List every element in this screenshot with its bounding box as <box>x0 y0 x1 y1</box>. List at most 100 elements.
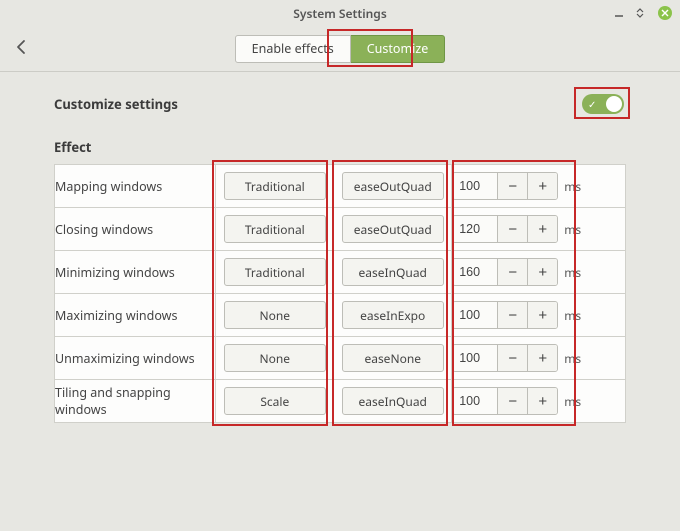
effects-table: Mapping windowsTraditionaleaseOutQuad−+m… <box>54 164 626 423</box>
duration-cell: −+ ms <box>452 380 626 423</box>
increment-button[interactable]: + <box>527 173 557 199</box>
easing-cell: easeInExpo <box>334 294 452 337</box>
style-cell: None <box>216 337 334 380</box>
window-title: System Settings <box>293 5 386 22</box>
table-row: Unmaximizing windows None easeNone −+ ms <box>55 337 626 380</box>
table-row: Mapping windows Traditional easeOutQuad −+ m… <box>55 165 626 208</box>
toggle-knob <box>606 96 622 112</box>
decrement-button[interactable]: − <box>497 345 527 371</box>
increment-button[interactable]: + <box>527 259 557 285</box>
table-row: Maximizing windows None easeInExpo −+ ms <box>55 294 626 337</box>
tab-label: Customize <box>367 40 429 57</box>
toolbar: Enable effects Customize <box>0 26 680 72</box>
unit-label: ms <box>564 307 581 324</box>
easing-dropdown[interactable]: easeInQuad <box>342 387 444 415</box>
style-cell: None <box>216 294 334 337</box>
unit-label: ms <box>564 178 581 195</box>
duration-spinner: −+ <box>452 387 558 415</box>
window-controls <box>614 0 672 26</box>
unit-label: ms <box>564 264 581 281</box>
duration-input[interactable] <box>453 173 497 199</box>
minimize-icon[interactable] <box>614 8 624 18</box>
easing-dropdown[interactable]: easeInQuad <box>342 258 444 286</box>
easing-cell: easeNone <box>334 337 452 380</box>
effect-name: Closing windows <box>55 208 216 251</box>
duration-wrap: −+ ms <box>452 172 625 200</box>
style-dropdown[interactable]: Traditional <box>224 258 326 286</box>
table-row: Minimizing windowsTraditionaleaseInQuad−… <box>55 251 626 294</box>
decrement-button[interactable]: − <box>497 388 527 414</box>
tab-label: Enable effects <box>252 40 334 57</box>
duration-wrap: −+ ms <box>452 258 625 286</box>
duration-cell: −+ ms <box>452 208 626 251</box>
duration-wrap: −+ ms <box>452 387 625 415</box>
style-dropdown[interactable]: None <box>224 301 326 329</box>
duration-input[interactable] <box>453 216 497 242</box>
unit-label: ms <box>564 393 581 410</box>
duration-wrap: −+ ms <box>452 301 625 329</box>
decrement-button[interactable]: − <box>497 216 527 242</box>
duration-cell: −+ ms <box>452 165 626 208</box>
table-row: Tiling and snapping windows Scale easeInQu… <box>55 380 626 423</box>
duration-spinner: −+ <box>452 215 558 243</box>
increment-button[interactable]: + <box>527 388 557 414</box>
effects-region: Mapping windowsTraditionaleaseOutQuad−+m… <box>54 164 626 423</box>
tab-enable-effects[interactable]: Enable effects <box>235 35 351 63</box>
toggle-wrap: ✓ <box>580 92 626 116</box>
content: Customize settings ✓ Effect Mapping wind… <box>0 72 680 423</box>
style-dropdown[interactable]: Traditional <box>224 215 326 243</box>
decrement-button[interactable]: − <box>497 259 527 285</box>
duration-spinner: −+ <box>452 258 558 286</box>
duration-spinner: −+ <box>452 172 558 200</box>
easing-dropdown[interactable]: easeInExpo <box>342 301 444 329</box>
duration-cell: −+ ms <box>452 337 626 380</box>
effect-name: Tiling and snapping windows <box>55 380 216 423</box>
duration-input[interactable] <box>453 345 497 371</box>
duration-cell: −+ ms <box>452 294 626 337</box>
duration-input[interactable] <box>453 388 497 414</box>
customize-heading: Customize settings <box>54 95 178 113</box>
style-dropdown[interactable]: Scale <box>224 387 326 415</box>
increment-button[interactable]: + <box>527 345 557 371</box>
customize-toggle[interactable]: ✓ <box>582 94 624 114</box>
effect-name: Mapping windows <box>55 165 216 208</box>
easing-cell: easeOutQuad <box>334 208 452 251</box>
customize-row: Customize settings ✓ <box>54 92 626 116</box>
duration-cell: −+ ms <box>452 251 626 294</box>
easing-dropdown[interactable]: easeOutQuad <box>342 215 444 243</box>
easing-cell: easeInQuad <box>334 380 452 423</box>
check-icon: ✓ <box>588 97 596 111</box>
style-cell: Traditional <box>216 251 334 294</box>
style-dropdown[interactable]: None <box>224 344 326 372</box>
effect-name: Maximizing windows <box>55 294 216 337</box>
increment-button[interactable]: + <box>527 216 557 242</box>
decrement-button[interactable]: − <box>497 302 527 328</box>
effect-name: Minimizing windows <box>55 251 216 294</box>
easing-cell: easeOutQuad <box>334 165 452 208</box>
section-effect-label: Effect <box>54 138 626 156</box>
decrement-button[interactable]: − <box>497 173 527 199</box>
unit-label: ms <box>564 350 581 367</box>
close-icon[interactable] <box>658 6 672 20</box>
maximize-icon[interactable] <box>636 8 646 18</box>
duration-wrap: −+ ms <box>452 215 625 243</box>
duration-input[interactable] <box>453 259 497 285</box>
duration-spinner: −+ <box>452 301 558 329</box>
duration-spinner: −+ <box>452 344 558 372</box>
style-dropdown[interactable]: Traditional <box>224 172 326 200</box>
duration-input[interactable] <box>453 302 497 328</box>
titlebar: System Settings <box>0 0 680 26</box>
duration-wrap: −+ ms <box>452 344 625 372</box>
easing-dropdown[interactable]: easeNone <box>342 344 444 372</box>
tab-customize[interactable]: Customize <box>351 35 446 63</box>
back-button[interactable] <box>14 37 30 61</box>
easing-dropdown[interactable]: easeOutQuad <box>342 172 444 200</box>
table-row: Closing windows Traditional easeOutQuad −+ m… <box>55 208 626 251</box>
style-cell: Traditional <box>216 208 334 251</box>
effect-name: Unmaximizing windows <box>55 337 216 380</box>
increment-button[interactable]: + <box>527 302 557 328</box>
style-cell: Scale <box>216 380 334 423</box>
style-cell: Traditional <box>216 165 334 208</box>
easing-cell: easeInQuad <box>334 251 452 294</box>
unit-label: ms <box>564 221 581 238</box>
